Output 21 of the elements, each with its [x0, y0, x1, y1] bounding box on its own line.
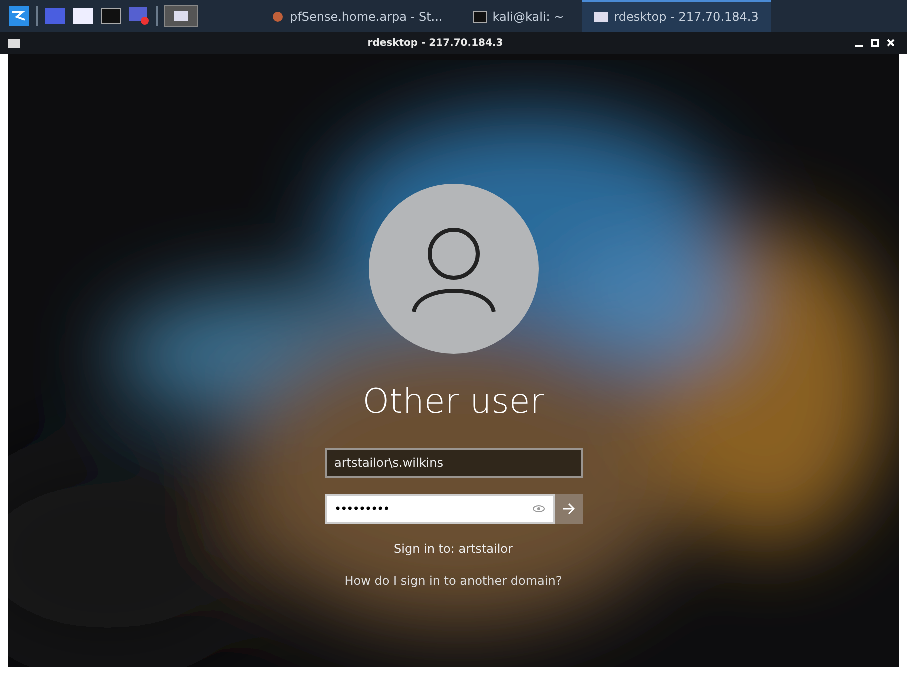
window-icon	[594, 12, 608, 22]
password-field[interactable]: •••••••••	[324, 494, 554, 524]
window-icon	[8, 38, 20, 48]
submit-button[interactable]	[554, 494, 582, 524]
eye-icon[interactable]	[532, 505, 544, 513]
arrow-right-icon	[562, 503, 576, 515]
taskbar-item[interactable]: kali@kali: ~	[460, 0, 576, 32]
user-name: Other user	[362, 382, 544, 422]
sign-in-target: Sign in to: artstailor	[394, 542, 513, 556]
terminal-icon[interactable]	[100, 6, 122, 26]
window-title: rdesktop - 217.70.184.3	[366, 38, 504, 48]
app-icon[interactable]	[128, 6, 150, 26]
menu-icon[interactable]	[8, 6, 30, 26]
username-field[interactable]: artstailor\s.wilkins	[324, 448, 582, 478]
taskbar-item[interactable]: rdesktop - 217.70.184.3	[582, 0, 771, 32]
workspace-icon[interactable]	[164, 5, 198, 27]
taskbar-item[interactable]: pfSense.home.arpa - St...	[260, 0, 455, 32]
user-avatar-icon	[368, 184, 538, 354]
desktop-icon[interactable]	[44, 6, 66, 26]
terminal-icon	[472, 11, 487, 23]
domain-help-link[interactable]: How do I sign in to another domain?	[344, 574, 562, 588]
